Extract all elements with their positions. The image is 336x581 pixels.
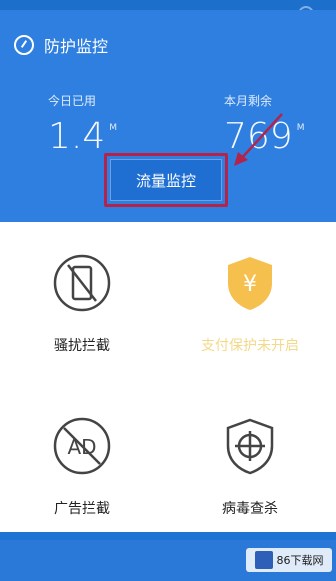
site-watermark: 86下载网 [246, 548, 332, 572]
phone-block-icon [52, 253, 112, 313]
today-used-unit: M [109, 123, 118, 133]
yen-shield-icon: ¥ [220, 253, 280, 313]
today-used-caption: 今日已用 [48, 94, 97, 108]
payment-protection-label: 支付保护未开启 [201, 338, 299, 354]
svg-text:¥: ¥ [243, 272, 257, 297]
crosshair-shield-icon [220, 416, 280, 476]
virus-scan-feature[interactable]: 病毒查杀 [190, 416, 310, 518]
header-title-row: 防护监控 [14, 34, 108, 56]
watermark-text: 86下载网 [276, 554, 324, 567]
virus-scan-label: 病毒查杀 [222, 501, 278, 517]
panel-header: 防护监控 今日已用 1.4 M 本月剩余 769 M 流量监控 [0, 10, 336, 222]
today-used-stat: 今日已用 1.4 M [48, 92, 117, 155]
protection-monitor-panel: 防护监控 今日已用 1.4 M 本月剩余 769 M 流量监控 骚扰拦截 ¥ 支… [0, 10, 336, 532]
watermark-logo-icon [254, 551, 273, 569]
payment-protection-feature[interactable]: ¥ 支付保护未开启 [190, 253, 310, 355]
speedometer-icon [14, 35, 34, 55]
button-highlight-box: 流量监控 [104, 153, 228, 207]
ad-block-label: 广告拦截 [54, 501, 110, 517]
today-used-value: 1.4 [48, 116, 106, 157]
month-remaining-caption: 本月剩余 [224, 94, 273, 108]
panel-title: 防护监控 [44, 37, 109, 56]
ad-block-icon: AD [52, 416, 112, 476]
annotation-arrow-icon [234, 113, 283, 166]
harassment-block-label: 骚扰拦截 [54, 338, 110, 354]
month-remaining-unit: M [296, 123, 305, 133]
harassment-block-feature[interactable]: 骚扰拦截 [22, 253, 142, 355]
ad-block-feature[interactable]: AD 广告拦截 [22, 416, 142, 518]
traffic-monitor-button[interactable]: 流量监控 [110, 159, 222, 201]
